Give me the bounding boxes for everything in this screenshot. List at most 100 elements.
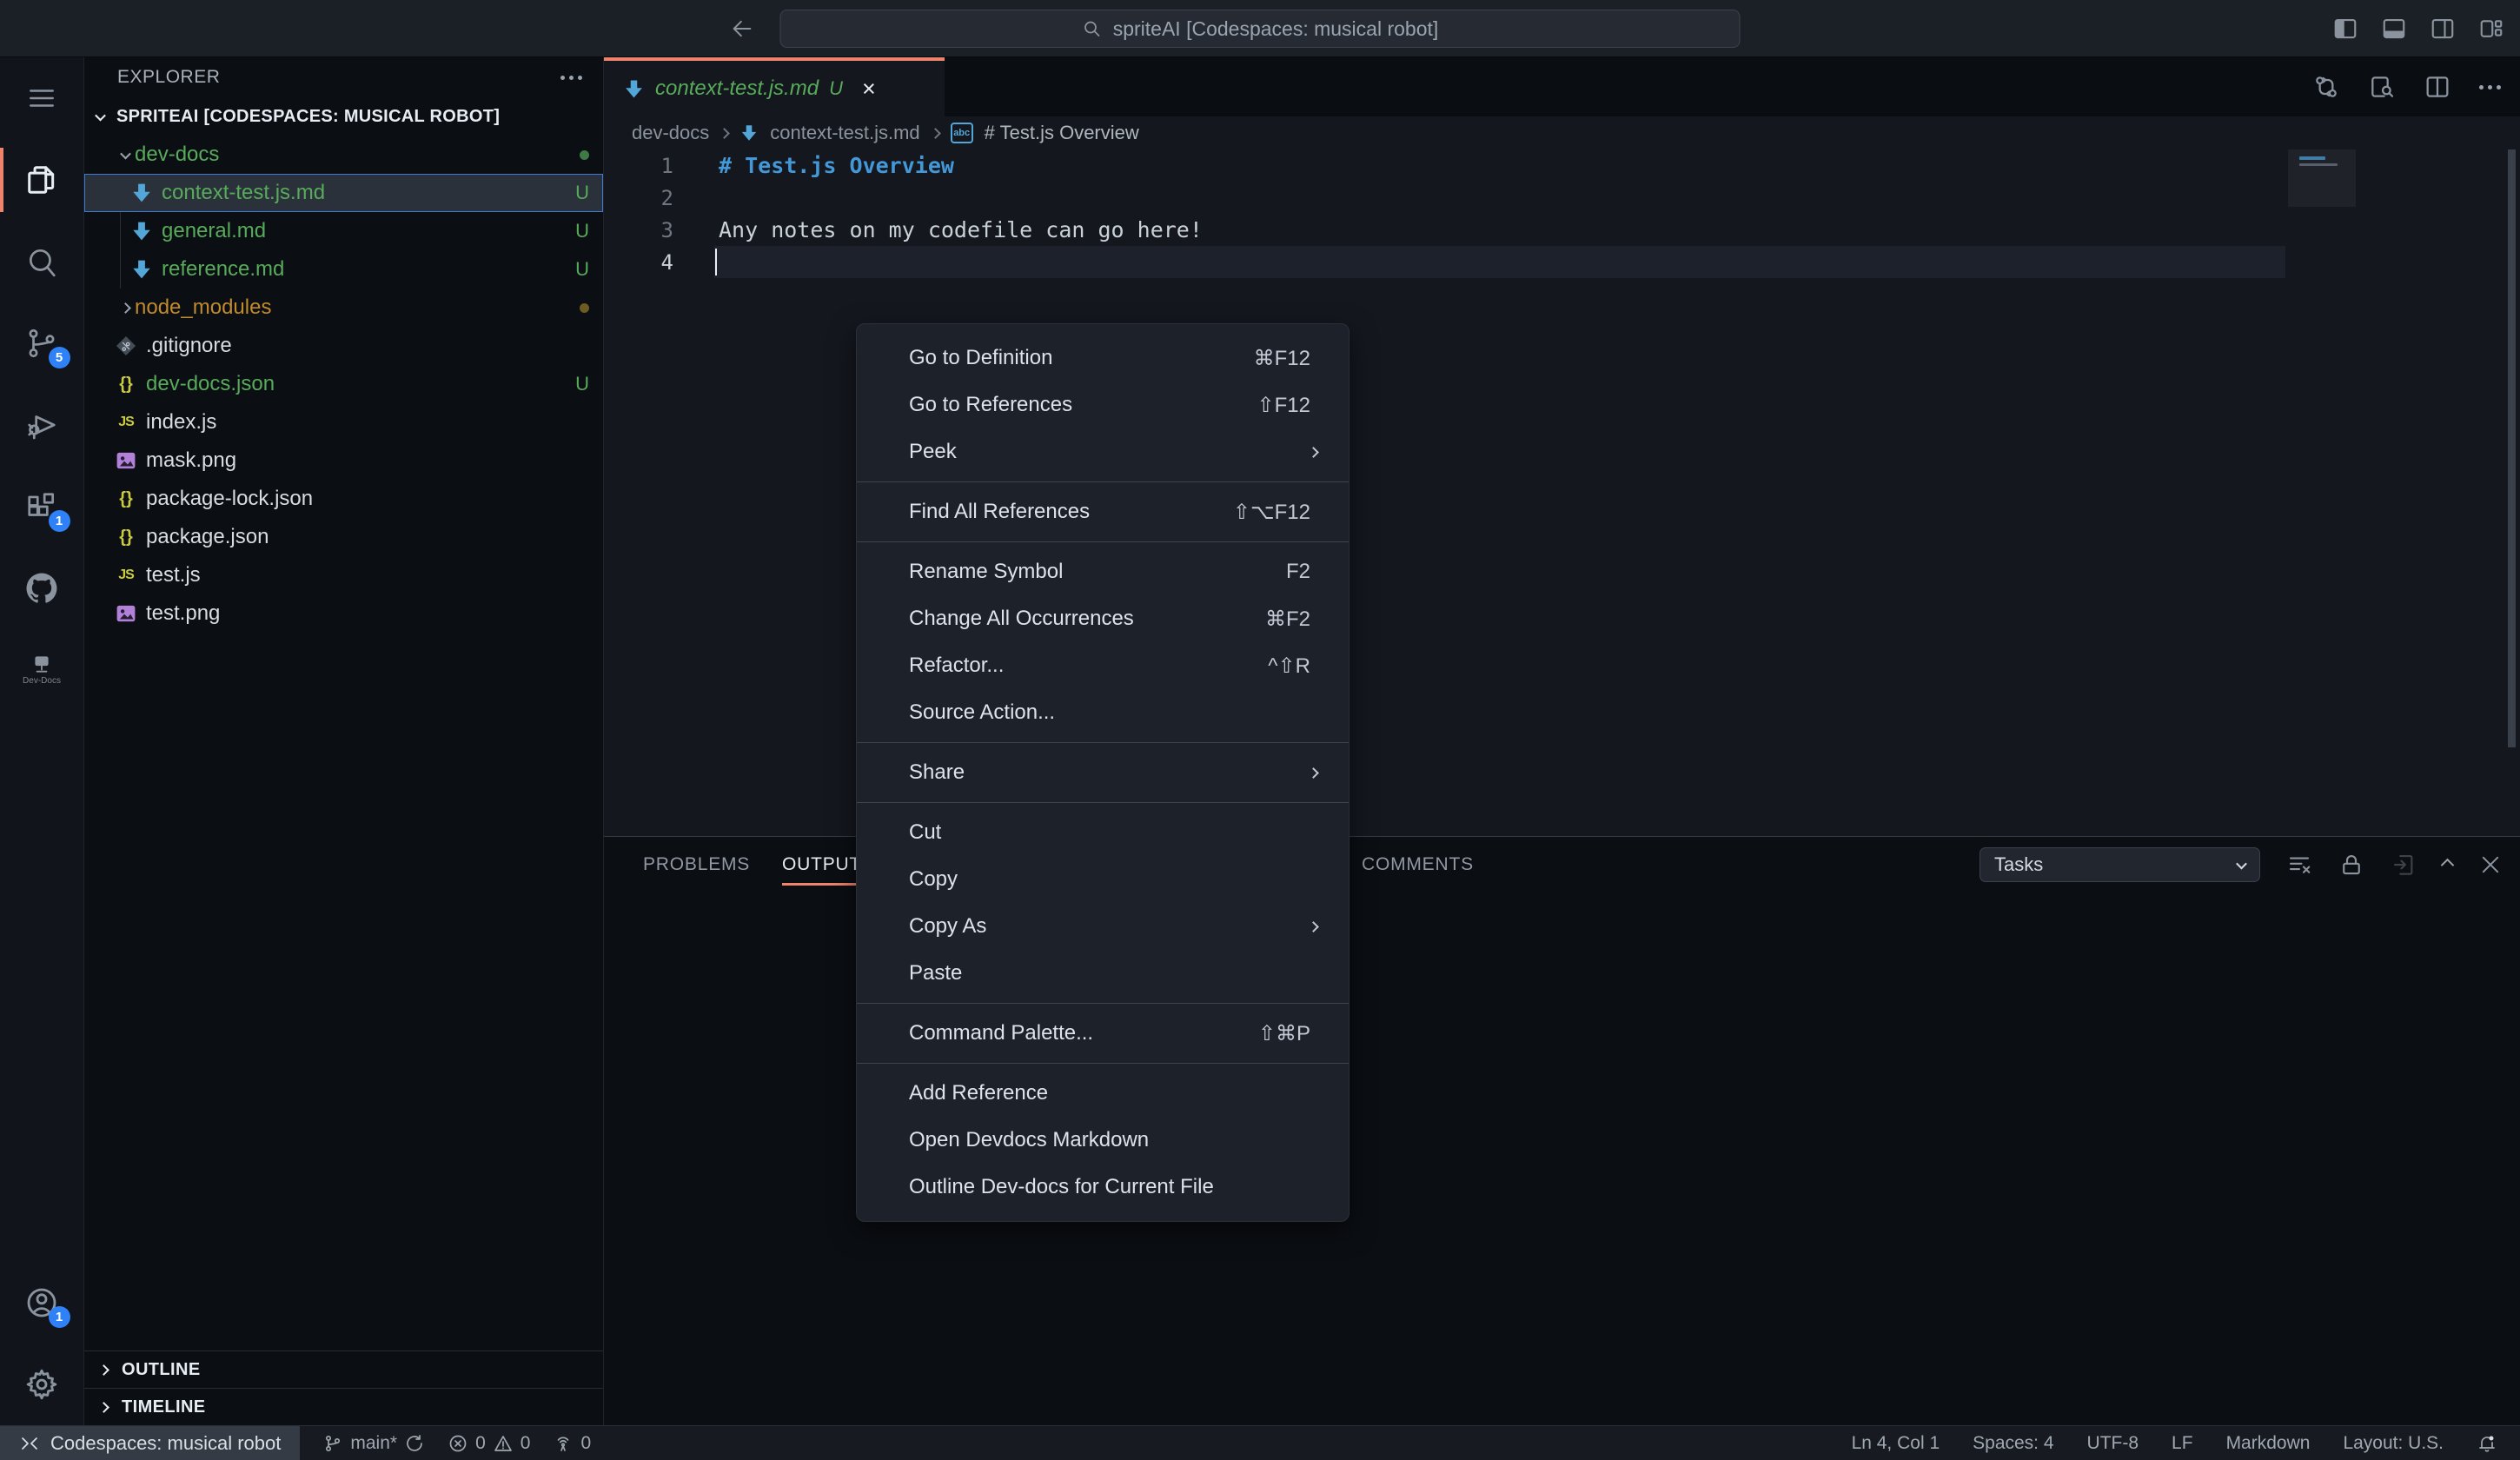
lock-scroll-icon[interactable]	[2338, 852, 2364, 878]
language-mode[interactable]: Markdown	[2226, 1433, 2311, 1454]
menu-icon[interactable]	[0, 57, 84, 139]
dev-docs-extension-icon[interactable]: Dev-Docs	[0, 629, 84, 711]
close-panel-icon[interactable]	[2478, 853, 2503, 877]
explorer-more-actions-icon[interactable]	[560, 76, 582, 80]
code-line-1: 1 # Test.js Overview	[604, 149, 2520, 182]
vertical-scrollbar[interactable]	[2508, 149, 2516, 747]
tab-comments[interactable]: COMMENTS	[1362, 837, 1474, 893]
remote-icon	[19, 1433, 40, 1454]
editor-more-actions-icon[interactable]	[2479, 85, 2501, 90]
file-item-test-js[interactable]: JS test.js	[84, 556, 603, 594]
menu-item-go-to-definition[interactable]: Go to Definition⌘F12	[857, 335, 1349, 382]
menu-item-outline-dev-docs[interactable]: Outline Dev-docs for Current File	[857, 1164, 1349, 1211]
timeline-section[interactable]: TIMELINE	[84, 1388, 603, 1425]
accounts-icon[interactable]: 1	[0, 1262, 84, 1344]
breadcrumb-symbol[interactable]: # Test.js Overview	[985, 122, 1139, 144]
git-ignored-dot	[580, 303, 589, 313]
tab-problems[interactable]: PROBLEMS	[643, 837, 750, 893]
notifications-bell-icon[interactable]	[2477, 1433, 2497, 1454]
indentation[interactable]: Spaces: 4	[1973, 1433, 2053, 1454]
file-item-reference[interactable]: reference.md U	[84, 250, 603, 289]
source-control-badge: 5	[49, 347, 70, 368]
file-item-index-js[interactable]: JS index.js	[84, 403, 603, 441]
menu-item-add-reference[interactable]: Add Reference	[857, 1070, 1349, 1117]
file-item-package-json[interactable]: {} package.json	[84, 518, 603, 556]
markdown-preview-icon[interactable]	[2368, 73, 2396, 101]
open-changes-icon[interactable]	[2312, 73, 2340, 101]
branch-indicator[interactable]: main*	[322, 1433, 425, 1454]
breadcrumb-file[interactable]: context-test.js.md	[770, 122, 919, 144]
markdown-file-icon	[129, 181, 154, 205]
extensions-badge: 1	[49, 510, 70, 532]
menu-separator	[857, 742, 1349, 743]
source-control-icon[interactable]: 5	[0, 302, 84, 384]
close-tab-icon[interactable]: ×	[862, 77, 876, 101]
outline-section[interactable]: OUTLINE	[84, 1350, 603, 1388]
chevron-right-icon	[98, 1402, 109, 1413]
dev-docs-label: Dev-Docs	[23, 676, 61, 686]
search-sidebar-icon[interactable]	[0, 221, 84, 302]
problems-indicator[interactable]: 0 0	[448, 1433, 530, 1454]
tab-context-test[interactable]: context-test.js.md U ×	[604, 57, 945, 116]
menu-item-source-action[interactable]: Source Action...	[857, 689, 1349, 736]
file-item-mask-png[interactable]: mask.png	[84, 441, 603, 480]
clear-output-icon[interactable]	[2286, 852, 2312, 878]
text-cursor	[715, 249, 717, 275]
menu-item-find-all-references[interactable]: Find All References⇧⌥F12	[857, 488, 1349, 535]
breadcrumb-folder[interactable]: dev-docs	[632, 122, 709, 144]
github-icon[interactable]	[0, 548, 84, 629]
keyboard-layout[interactable]: Layout: U.S.	[2343, 1433, 2444, 1454]
sync-icon[interactable]	[404, 1433, 425, 1454]
menu-item-paste[interactable]: Paste	[857, 950, 1349, 997]
git-status-badge: U	[575, 258, 589, 281]
menu-item-peek[interactable]: Peek	[857, 428, 1349, 475]
back-icon[interactable]	[730, 17, 754, 41]
tab-output[interactable]: OUTPUT	[782, 837, 861, 893]
menu-item-share[interactable]: Share	[857, 749, 1349, 796]
file-item-test-png[interactable]: test.png	[84, 594, 603, 633]
image-file-icon	[114, 601, 138, 626]
menu-item-cut[interactable]: Cut	[857, 809, 1349, 856]
file-item-general[interactable]: general.md U	[84, 212, 603, 250]
file-item-gitignore[interactable]: .gitignore	[84, 327, 603, 365]
minimap[interactable]	[2294, 153, 2350, 205]
toggle-panel-icon[interactable]	[2381, 16, 2407, 42]
command-center-search[interactable]: spriteAI [Codespaces: musical robot]	[780, 10, 1741, 48]
split-editor-icon[interactable]	[2424, 73, 2451, 101]
customize-layout-icon[interactable]	[2478, 16, 2504, 42]
menu-item-command-palette[interactable]: Command Palette...⇧⌘P	[857, 1010, 1349, 1057]
chevron-right-icon	[98, 1364, 109, 1376]
file-tree: dev-docs context-test.js.md U general.md…	[84, 136, 603, 633]
workspace-section-header[interactable]: SPRITEAI [CODESPACES: MUSICAL ROBOT]	[84, 97, 603, 136]
file-item-dev-docs-json[interactable]: {} dev-docs.json U	[84, 365, 603, 403]
extensions-icon[interactable]: 1	[0, 466, 84, 548]
folder-item-dev-docs[interactable]: dev-docs	[84, 136, 603, 174]
menu-item-rename-symbol[interactable]: Rename SymbolF2	[857, 548, 1349, 595]
menu-item-refactor[interactable]: Refactor...^⇧R	[857, 642, 1349, 689]
explorer-icon[interactable]	[0, 139, 84, 221]
run-debug-icon[interactable]	[0, 384, 84, 466]
toggle-primary-sidebar-icon[interactable]	[2332, 16, 2358, 42]
eol-sequence[interactable]: LF	[2172, 1433, 2193, 1454]
folder-item-node-modules[interactable]: node_modules	[84, 289, 603, 327]
submenu-chevron-icon	[1308, 447, 1319, 458]
encoding[interactable]: UTF-8	[2087, 1433, 2139, 1454]
settings-gear-icon[interactable]	[0, 1344, 84, 1425]
menu-item-change-all-occurrences[interactable]: Change All Occurrences⌘F2	[857, 595, 1349, 642]
git-branch-icon	[322, 1433, 343, 1454]
chevron-right-icon	[719, 128, 730, 139]
remote-indicator[interactable]: Codespaces: musical robot	[0, 1426, 300, 1460]
toggle-secondary-sidebar-icon[interactable]	[2430, 16, 2456, 42]
file-item-context-test[interactable]: context-test.js.md U	[84, 174, 603, 212]
accounts-badge: 1	[49, 1306, 70, 1328]
maximize-panel-icon[interactable]	[2441, 858, 2455, 872]
ports-indicator[interactable]: 0	[553, 1433, 591, 1454]
cursor-position[interactable]: Ln 4, Col 1	[1852, 1433, 1940, 1454]
file-item-package-lock[interactable]: {} package-lock.json	[84, 480, 603, 518]
menu-item-open-devdocs-markdown[interactable]: Open Devdocs Markdown	[857, 1117, 1349, 1164]
menu-item-copy[interactable]: Copy	[857, 856, 1349, 903]
menu-item-go-to-references[interactable]: Go to References⇧F12	[857, 382, 1349, 428]
output-channel-select[interactable]: Tasks	[1980, 847, 2260, 882]
open-output-in-editor-icon[interactable]	[2391, 852, 2417, 878]
menu-item-copy-as[interactable]: Copy As	[857, 903, 1349, 950]
